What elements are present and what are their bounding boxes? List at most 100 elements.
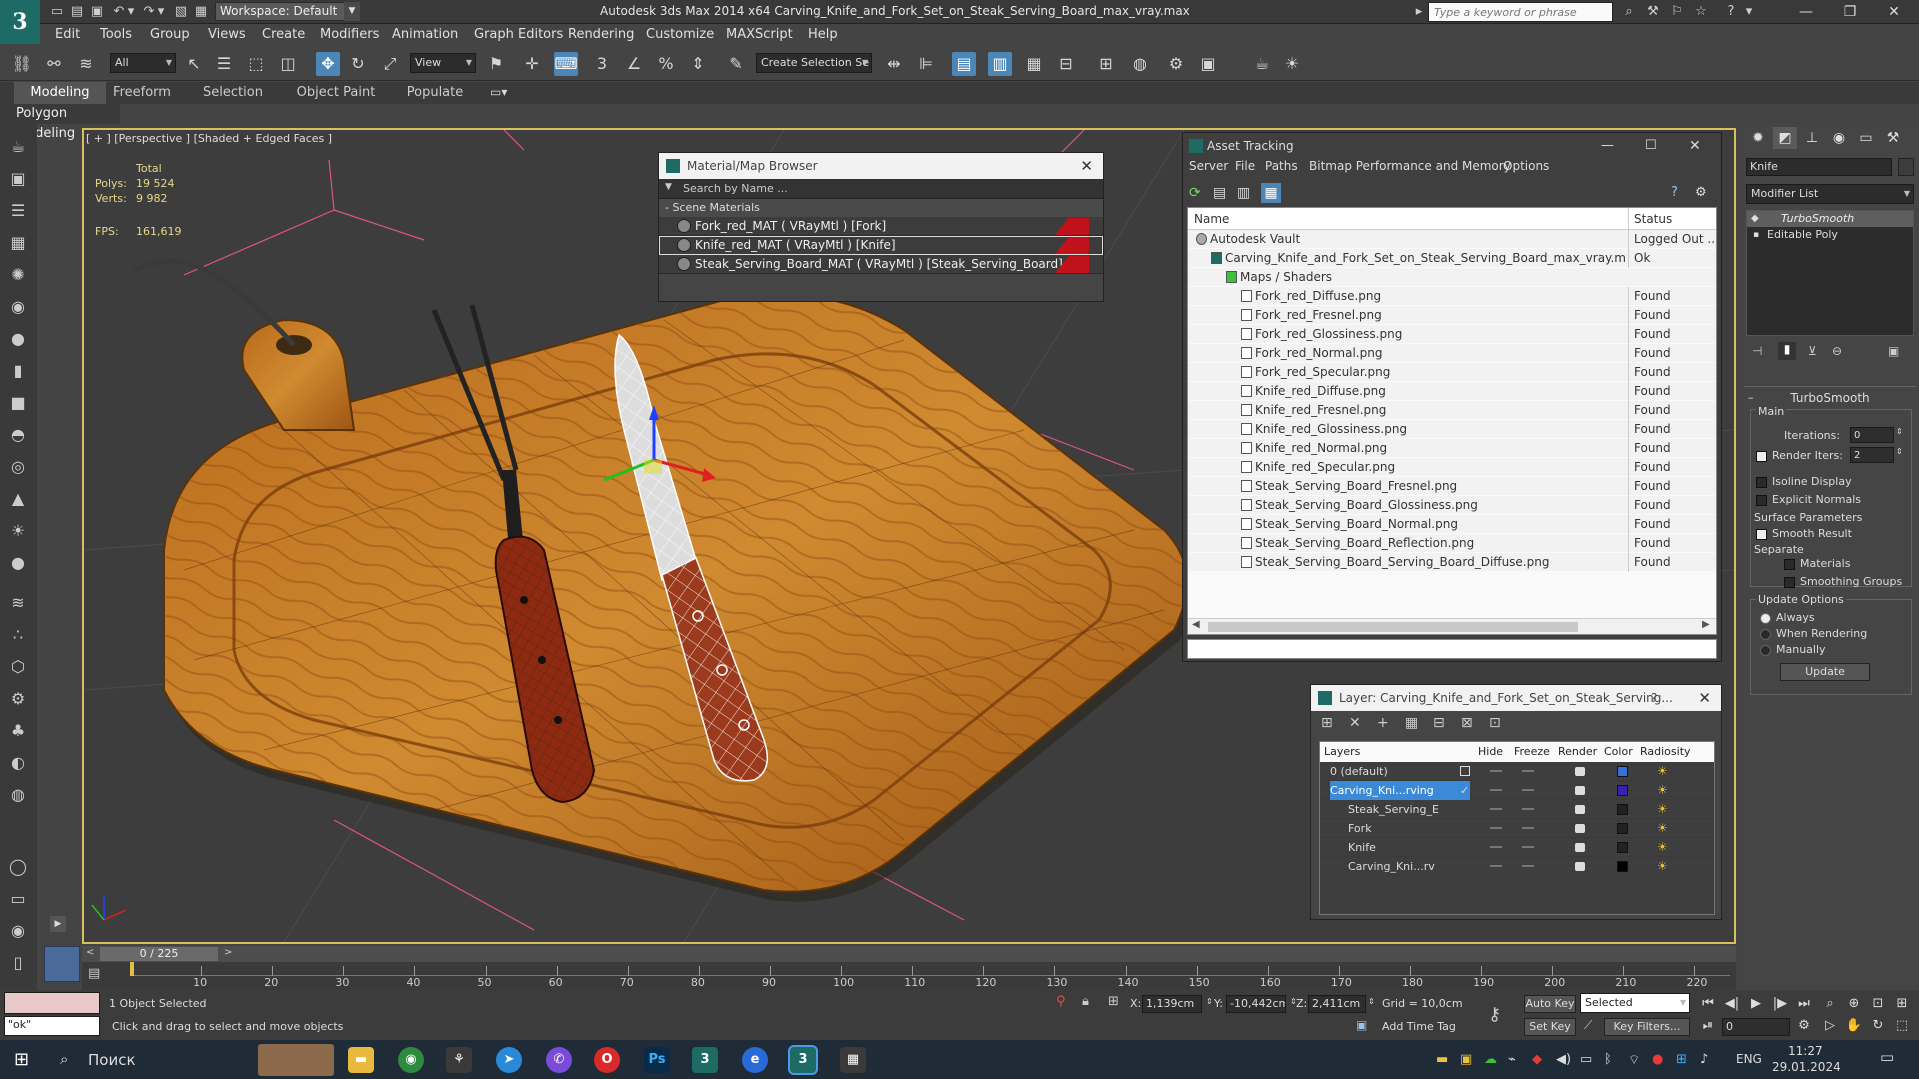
link-icon[interactable]: ⛓ xyxy=(10,52,34,76)
telegram-icon[interactable]: ➤ xyxy=(496,1047,522,1073)
cylinder-icon[interactable]: ▮ xyxy=(5,358,31,384)
pin-stack-icon[interactable]: ⊣ xyxy=(1752,344,1762,358)
object-name-field[interactable]: Knife xyxy=(1746,158,1892,176)
add-time-tag[interactable]: Add Time Tag xyxy=(1382,1020,1456,1033)
menu-views[interactable]: Views xyxy=(208,27,246,42)
materials-checkbox[interactable] xyxy=(1784,559,1795,570)
hdri-icon[interactable]: ◐ xyxy=(5,750,31,776)
menu-animation[interactable]: Animation xyxy=(392,27,458,42)
3dsmax-active-icon[interactable]: 3 xyxy=(788,1045,818,1075)
col-layers-header[interactable]: Layers xyxy=(1324,742,1360,762)
asset-row[interactable]: Knife_red_Specular.png Found xyxy=(1188,458,1716,477)
asset-row[interactable]: Steak_Serving_Board_Glossiness.png Found xyxy=(1188,496,1716,515)
layer-color-swatch[interactable] xyxy=(1617,823,1628,834)
sun-icon[interactable]: ☀ xyxy=(5,518,31,544)
particles-icon[interactable]: ∴ xyxy=(5,622,31,648)
asset-row[interactable]: Steak_Serving_Board_Normal.png Found xyxy=(1188,515,1716,534)
clock-date[interactable]: 29.01.2024 xyxy=(1772,1060,1841,1074)
stack-item-turbosmooth[interactable]: ◆ TurboSmooth xyxy=(1747,211,1913,227)
layer-row[interactable]: 0 (default) ☀ xyxy=(1320,762,1714,781)
trash-icon[interactable]: ▯ xyxy=(5,950,31,976)
object-color-swatch[interactable] xyxy=(1898,158,1914,176)
select-object-icon[interactable]: ↖ xyxy=(182,52,206,76)
col-color-header[interactable]: Color xyxy=(1604,742,1633,762)
layer-color-swatch[interactable] xyxy=(1617,785,1628,796)
dome-icon[interactable]: ◓ xyxy=(5,422,31,448)
modify-tab-icon[interactable]: ◩ xyxy=(1773,127,1797,149)
play-icon[interactable]: ▶ xyxy=(1746,994,1766,1014)
unlink-icon[interactable]: ⚯ xyxy=(42,52,66,76)
render-teapot-icon[interactable] xyxy=(1575,862,1585,871)
smoothing-groups-checkbox[interactable] xyxy=(1784,577,1795,588)
show-end-result-icon[interactable]: ▮ xyxy=(1778,342,1796,360)
viewport-layout-toggle-icon[interactable]: ▶ xyxy=(50,916,66,932)
rollout-title[interactable]: TurboSmooth xyxy=(1744,391,1916,405)
freeze-toggle[interactable] xyxy=(1522,846,1534,848)
freeze-toggle[interactable] xyxy=(1522,770,1534,772)
hide-all-icon[interactable]: ⊠ xyxy=(1461,715,1473,731)
col-render-header[interactable]: Render xyxy=(1558,742,1597,762)
close-icon[interactable]: ✕ xyxy=(1698,685,1711,711)
hair-icon[interactable]: ≋ xyxy=(5,590,31,616)
render-teapot-icon[interactable] xyxy=(1575,767,1585,776)
select-manipulate-icon[interactable]: ✛ xyxy=(520,52,544,76)
select-scale-icon[interactable]: ⤢ xyxy=(378,52,402,76)
tab-object-paint[interactable]: Object Paint xyxy=(290,82,382,104)
zoom-extents-all-icon[interactable]: ⊞ xyxy=(1892,994,1912,1014)
open-file-icon[interactable]: ▤ xyxy=(68,3,86,21)
schematic-view-icon[interactable]: ⊞ xyxy=(1094,52,1118,76)
y-coordinate-field[interactable]: -10,442cm xyxy=(1226,995,1286,1013)
prev-key-icon[interactable]: ◀| xyxy=(1722,994,1742,1014)
zoom-extents-icon[interactable]: ⊡ xyxy=(1868,994,1888,1014)
percent-snap-icon[interactable]: % xyxy=(654,52,678,76)
pan-icon[interactable]: ✋ xyxy=(1844,1016,1864,1036)
asset-row[interactable]: Maps / Shaders xyxy=(1188,268,1716,287)
at-menu-bitmap-performance[interactable]: Bitmap Performance and Memory xyxy=(1309,159,1511,173)
asset-tracking-titlebar[interactable]: Asset Tracking — ☐ ✕ xyxy=(1183,133,1721,159)
tray-shield-icon[interactable]: ◆ xyxy=(1532,1052,1542,1067)
remove-modifier-icon[interactable]: ⊖ xyxy=(1832,344,1842,358)
scrollbar-thumb[interactable] xyxy=(1208,622,1578,632)
chevron-right-icon[interactable]: ▸ xyxy=(1410,3,1428,21)
time-config-icon[interactable]: ⚙ xyxy=(1794,1016,1814,1036)
minimize-button[interactable]: — xyxy=(1784,0,1828,24)
mini-listener-icon[interactable] xyxy=(44,946,80,982)
notifications-icon[interactable]: ▭ xyxy=(1880,1048,1900,1070)
spinner-arrows-icon[interactable]: ⇕ xyxy=(1896,447,1903,456)
menu-tools[interactable]: Tools xyxy=(100,27,132,42)
configure-sets-icon[interactable]: ▣ xyxy=(1888,344,1899,358)
layer-color-swatch[interactable] xyxy=(1617,861,1628,872)
snaps-toggle-icon[interactable]: 3 xyxy=(590,52,614,76)
atmosphere-icon[interactable]: ◍ xyxy=(5,782,31,808)
tray-app-icon[interactable]: ▣ xyxy=(1460,1052,1472,1067)
render-teapot-icon[interactable] xyxy=(1575,824,1585,833)
material-editor-icon[interactable]: ◍ xyxy=(1128,52,1152,76)
horizontal-scrollbar[interactable]: ◀ ▶ xyxy=(1188,618,1716,634)
layer-row[interactable]: Fork ☀ xyxy=(1320,819,1714,838)
geometry-icon[interactable]: ⬡ xyxy=(5,654,31,680)
tab-modeling[interactable]: Modeling xyxy=(14,82,106,104)
at-menu-paths[interactable]: Paths xyxy=(1265,159,1298,173)
help-dropdown-icon[interactable]: ▾ xyxy=(1740,3,1758,21)
goto-end-icon[interactable]: ⏭ xyxy=(1794,994,1814,1014)
key-mode-toggle-icon[interactable]: ⏯ xyxy=(1698,1016,1718,1036)
tab-selection[interactable]: Selection xyxy=(196,82,270,104)
help-icon[interactable]: ? xyxy=(1722,3,1740,21)
cone-icon[interactable]: ▲ xyxy=(5,486,31,512)
create-tab-icon[interactable]: ✹ xyxy=(1746,127,1770,149)
tray-battery-icon[interactable]: ▭ xyxy=(1580,1052,1592,1067)
menu-group[interactable]: Group xyxy=(150,27,190,42)
stack-item-editable-poly[interactable]: ▪ Editable Poly xyxy=(1747,227,1913,243)
layer-help-icon[interactable]: ? xyxy=(1651,685,1657,711)
material-row-knife[interactable]: Knife_red_MAT ( VRayMtl ) [Knife] xyxy=(659,236,1103,255)
render-teapot-icon[interactable] xyxy=(1575,843,1585,852)
angle-snap-icon[interactable]: ∠ xyxy=(622,52,646,76)
asset-row[interactable]: Knife_red_Fresnel.png Found xyxy=(1188,401,1716,420)
expand-plus-icon[interactable]: ▪ xyxy=(1753,227,1759,243)
spinner-arrows-icon[interactable]: ⇕ xyxy=(1368,997,1375,1006)
tray-alert-icon[interactable]: ● xyxy=(1652,1052,1663,1067)
select-by-name-icon[interactable]: ☰ xyxy=(212,52,236,76)
asset-row[interactable]: Knife_red_Normal.png Found xyxy=(1188,439,1716,458)
ribbon-options-icon[interactable]: ▭▾ xyxy=(490,85,507,99)
next-frame-icon[interactable]: > xyxy=(224,947,232,958)
